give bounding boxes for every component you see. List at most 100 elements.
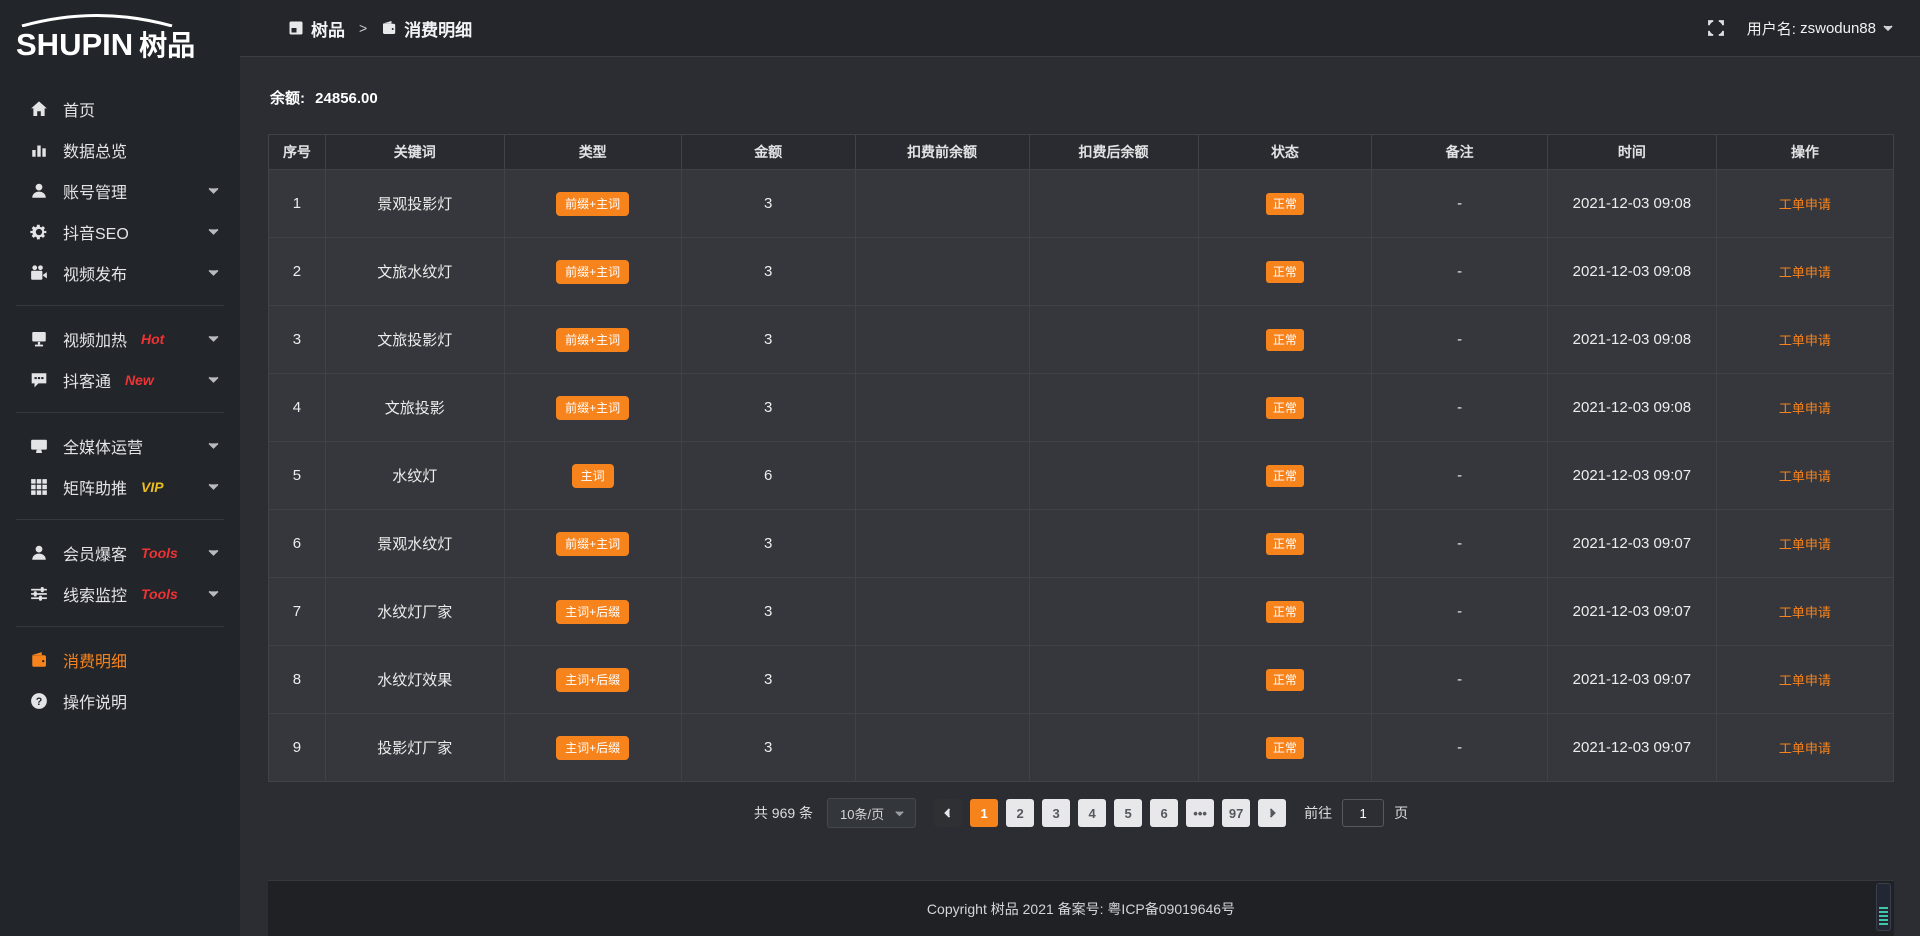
cell-remark: - xyxy=(1372,170,1548,238)
column-header: 状态 xyxy=(1198,135,1372,170)
sidebar-item-matrix-boost[interactable]: 矩阵助推VIP xyxy=(0,466,240,507)
question-icon: ? xyxy=(30,692,48,710)
cell-balance-before xyxy=(855,714,1029,782)
status-badge: 正常 xyxy=(1266,465,1304,487)
cell-status: 正常 xyxy=(1198,714,1372,782)
status-badge: 正常 xyxy=(1266,533,1304,555)
cell-status: 正常 xyxy=(1198,238,1372,306)
page-button-1[interactable]: 1 xyxy=(970,799,998,827)
sidebar-item-label: 全媒体运营 xyxy=(63,434,143,458)
work-order-link[interactable]: 工单申请 xyxy=(1779,537,1831,552)
sidebar-item-douketong[interactable]: 抖客通New xyxy=(0,359,240,400)
cell-status: 正常 xyxy=(1198,442,1372,510)
next-page-button[interactable] xyxy=(1258,799,1286,827)
sidebar-item-member-burst[interactable]: 会员爆客Tools xyxy=(0,532,240,573)
sidebar-item-video-heat[interactable]: 视频加热Hot xyxy=(0,318,240,359)
cell-action: 工单申请 xyxy=(1716,442,1893,510)
sidebar-item-account-manage[interactable]: 账号管理 xyxy=(0,170,240,211)
work-order-link[interactable]: 工单申请 xyxy=(1779,469,1831,484)
sidebar-item-douyin-seo[interactable]: 抖音SEO xyxy=(0,211,240,252)
video-icon xyxy=(30,264,48,282)
cell-num: 4 xyxy=(269,374,326,442)
work-order-link[interactable]: 工单申请 xyxy=(1779,265,1831,280)
column-header: 扣费前余额 xyxy=(855,135,1029,170)
cell-keyword: 水纹灯厂家 xyxy=(325,578,504,646)
goto-page: 前往 页 xyxy=(1304,799,1408,827)
sidebar-item-home[interactable]: 首页 xyxy=(0,88,240,129)
sidebar-item-clue-monitor[interactable]: 线索监控Tools xyxy=(0,573,240,614)
sidebar-item-data-overview[interactable]: 数据总览 xyxy=(0,129,240,170)
sidebar-item-label: 抖客通 xyxy=(63,368,111,392)
main-area: 树品 > 消费明细 用户名: zswodun88 余额: 24856.00 xyxy=(240,0,1920,936)
cell-status: 正常 xyxy=(1198,646,1372,714)
goto-unit: 页 xyxy=(1394,803,1408,823)
cell-status: 正常 xyxy=(1198,170,1372,238)
cell-num: 6 xyxy=(269,510,326,578)
chevron-down-icon xyxy=(207,225,220,238)
page-button-4[interactable]: 4 xyxy=(1078,799,1106,827)
column-header: 扣费后余额 xyxy=(1029,135,1198,170)
logo: SHUPIN 树品 xyxy=(0,8,240,78)
cell-action: 工单申请 xyxy=(1716,374,1893,442)
cell-balance-before xyxy=(855,374,1029,442)
cell-keyword: 投影灯厂家 xyxy=(325,714,504,782)
logo-text-cn: 树品 xyxy=(139,24,195,64)
monitor-icon xyxy=(30,437,48,455)
type-badge: 前缀+主词 xyxy=(556,192,629,216)
member-icon xyxy=(30,544,48,562)
sidebar-item-media-operation[interactable]: 全媒体运营 xyxy=(0,425,240,466)
page-button-2[interactable]: 2 xyxy=(1006,799,1034,827)
page-button-5[interactable]: 5 xyxy=(1114,799,1142,827)
wallet-icon xyxy=(30,651,48,669)
breadcrumb-root[interactable]: 树品 xyxy=(311,16,345,41)
cell-time: 2021-12-03 09:08 xyxy=(1547,306,1716,374)
column-header: 备注 xyxy=(1372,135,1548,170)
table-row: 6景观水纹灯前缀+主词3正常-2021-12-03 09:07工单申请 xyxy=(269,510,1894,578)
user-menu[interactable]: 用户名: zswodun88 xyxy=(1747,18,1894,39)
work-order-link[interactable]: 工单申请 xyxy=(1779,741,1831,756)
work-order-link[interactable]: 工单申请 xyxy=(1779,605,1831,620)
page-button-97[interactable]: 97 xyxy=(1222,799,1250,827)
cell-type: 前缀+主词 xyxy=(504,170,681,238)
sidebar-item-video-publish[interactable]: 视频发布 xyxy=(0,252,240,293)
sidebar-item-label: 账号管理 xyxy=(63,179,127,203)
prev-page-button[interactable] xyxy=(934,799,962,827)
sidebar-divider xyxy=(16,519,224,520)
cell-type: 主词+后缀 xyxy=(504,714,681,782)
logo-text-en: SHUPIN xyxy=(16,27,133,63)
cell-keyword: 水纹灯 xyxy=(325,442,504,510)
column-header: 操作 xyxy=(1716,135,1893,170)
work-order-link[interactable]: 工单申请 xyxy=(1779,333,1831,348)
table-row: 7水纹灯厂家主词+后缀3正常-2021-12-03 09:07工单申请 xyxy=(269,578,1894,646)
cell-balance-before xyxy=(855,306,1029,374)
page-button-6[interactable]: 6 xyxy=(1150,799,1178,827)
work-order-link[interactable]: 工单申请 xyxy=(1779,197,1831,212)
cell-status: 正常 xyxy=(1198,510,1372,578)
chevron-down-icon xyxy=(207,439,220,452)
grid-icon xyxy=(30,478,48,496)
username: zswodun88 xyxy=(1800,20,1876,37)
sidebar-item-consume-detail[interactable]: 消费明细 xyxy=(0,639,240,680)
sidebar-item-label: 操作说明 xyxy=(63,689,127,713)
work-order-link[interactable]: 工单申请 xyxy=(1779,673,1831,688)
chart-icon xyxy=(30,141,48,159)
page-button-3[interactable]: 3 xyxy=(1042,799,1070,827)
wallet-icon xyxy=(381,20,397,36)
page-buttons: 123456 ••• 97 xyxy=(970,799,1250,827)
column-header: 时间 xyxy=(1547,135,1716,170)
sidebar-item-badge: VIP xyxy=(141,479,164,495)
chat-widget[interactable] xyxy=(1876,883,1891,931)
status-badge: 正常 xyxy=(1266,669,1304,691)
sidebar-item-operation-guide[interactable]: ? 操作说明 xyxy=(0,680,240,721)
more-pages-button[interactable]: ••• xyxy=(1186,799,1214,827)
cell-keyword: 文旅水纹灯 xyxy=(325,238,504,306)
fullscreen-icon[interactable] xyxy=(1707,19,1725,37)
cell-remark: - xyxy=(1372,510,1548,578)
cell-amount: 3 xyxy=(681,714,855,782)
work-order-link[interactable]: 工单申请 xyxy=(1779,401,1831,416)
chevron-down-icon xyxy=(207,546,220,559)
sidebar-item-label: 消费明细 xyxy=(63,648,127,672)
chevron-left-icon xyxy=(942,807,954,819)
page-size-select[interactable]: 10条/页 xyxy=(827,798,916,828)
goto-page-input[interactable] xyxy=(1342,799,1384,827)
